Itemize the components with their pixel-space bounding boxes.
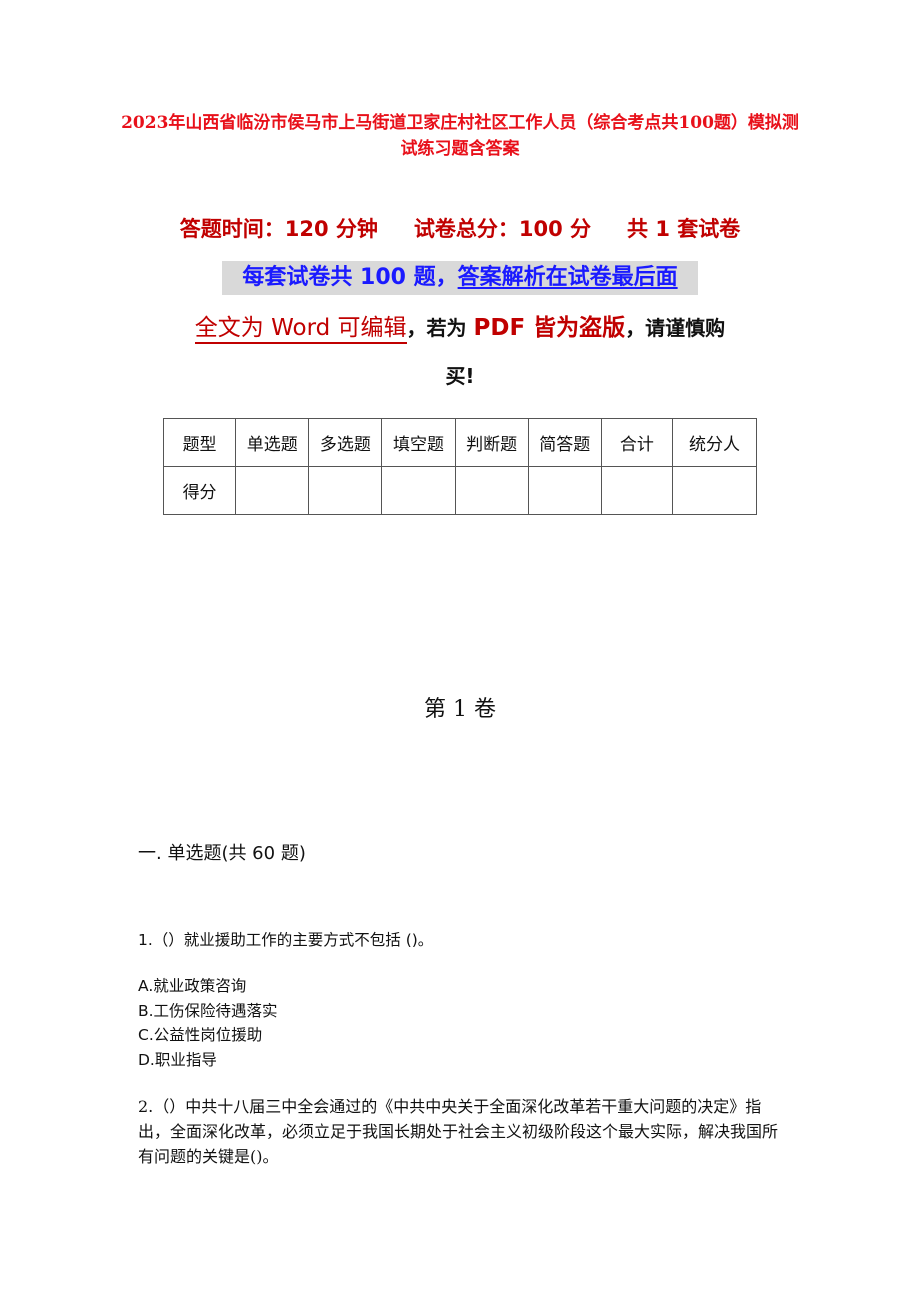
score-table: 题型 单选题 多选题 填空题 判断题 简答题 合计 统分人 得分	[162, 418, 758, 515]
score-cell	[235, 466, 310, 515]
header-cell: 合计	[600, 418, 673, 467]
notice-question-count: 每套试卷共 100 题，答案解析在试卷最后面	[222, 261, 698, 295]
score-cell	[527, 466, 602, 515]
score-table-row: 得分	[162, 466, 758, 515]
header-cell: 简答题	[527, 418, 602, 467]
document-title: 2023年山西省临汾市侯马市上马街道卫家庄村社区工作人员（综合考点共100题）模…	[121, 113, 799, 159]
header-cell: 填空题	[381, 418, 456, 467]
option-a: A.就业政策咨询	[138, 977, 247, 995]
score-cell	[600, 466, 673, 515]
notice-word-editable: 全文为 Word 可编辑，若为 PDF 皆为盗版，请谨慎购	[0, 310, 920, 346]
volume-title: 第 1 卷	[424, 697, 496, 722]
notice-question-count-text: 每套试卷共 100 题，	[242, 265, 458, 290]
score-cell	[381, 466, 456, 515]
header-cell: 题型	[162, 418, 237, 467]
header-cell: 多选题	[308, 418, 383, 467]
header-cell: 单选题	[235, 418, 310, 467]
exam-info-line: 答题时间：120 分钟 试卷总分：100 分 共 1 套试卷	[0, 212, 920, 246]
score-cell	[308, 466, 383, 515]
word-editable-text: 全文为 Word 可编辑	[194, 315, 407, 344]
section-title: 一. 单选题(共 60 题)	[138, 843, 306, 864]
option-d: D.职业指导	[138, 1050, 217, 1069]
row-label-cell: 得分	[162, 466, 237, 515]
comma: ，	[406, 316, 427, 340]
notice-answer-location: 答案解析在试卷最后面	[457, 265, 678, 290]
header-cell: 判断题	[454, 418, 529, 467]
caution-text-end: 买!	[445, 364, 475, 388]
caution-text: ，请谨慎购	[625, 316, 726, 340]
score-cell	[454, 466, 529, 515]
score-table-header-row: 题型 单选题 多选题 填空题 判断题 简答题 合计 统分人	[162, 418, 758, 467]
header-cell: 统分人	[671, 418, 758, 467]
question-1-options: A.就业政策咨询 B.工伤保险待遇落实 C.公益性岗位援助 D.职业指导	[138, 974, 278, 1072]
exam-total-score: 试卷总分：100 分	[413, 217, 592, 241]
exam-set-count: 共 1 套试卷	[627, 217, 741, 241]
option-c: C.公益性岗位援助	[138, 1026, 263, 1044]
option-b: B.工伤保险待遇落实	[138, 1001, 278, 1020]
question-2-text: 2.（）中共十八届三中全会通过的《中共中央关于全面深化改革若干重大问题的决定》指…	[138, 1097, 779, 1166]
if-text: 若为	[426, 316, 474, 340]
score-cell	[671, 466, 758, 515]
question-1-text: 1.（）就业援助工作的主要方式不包括 ()。	[138, 931, 434, 949]
exam-time: 答题时间：120 分钟	[179, 217, 378, 241]
pdf-pirated-text: PDF 皆为盗版	[473, 315, 626, 341]
